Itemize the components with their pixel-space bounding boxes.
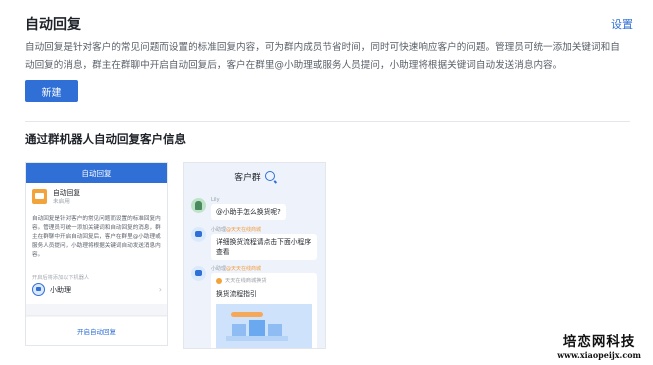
bot-row[interactable]: 小助理 ›: [32, 283, 162, 296]
chevron-right-icon: ›: [158, 285, 162, 294]
bot-avatar-icon: [32, 283, 45, 296]
enable-auto-reply-button[interactable]: 开启自动回复: [26, 315, 167, 345]
auto-reply-page: 自动回复 设置 自动回复是针对客户的常见问题而设置的标准回复内容，可为群内成员节…: [0, 0, 653, 365]
chat-title: 客户群: [234, 172, 261, 183]
auto-reply-message-row: 自动回复 未启用: [32, 189, 80, 207]
group-chat-preview-card: 客户群 Lily @小助手怎么换货呢? 小助理@天天在线商城 详细换货流程请点击…: [183, 162, 326, 349]
mini-program-source: 天天在线商城换货: [216, 276, 312, 286]
mini-program-logo-icon: [216, 278, 222, 284]
auto-reply-preview-card: 自动回复 自动回复 未启用 自动回复是针对客户的常见问题而设置的标准回复内容。管…: [25, 162, 168, 346]
chat-bubble: 详细换货流程请点击下面小程序查看: [211, 234, 317, 260]
message-status: 未启用: [53, 199, 70, 205]
page-title: 自动回复: [25, 17, 81, 33]
bot-avatar: [191, 227, 206, 242]
user-avatar: [191, 198, 206, 213]
section-divider: [25, 121, 630, 122]
chat-header: 客户群: [184, 163, 325, 189]
mini-program-title: 换货流程指引: [216, 290, 257, 298]
chat-bubble: @小助手怎么换货呢?: [211, 204, 286, 220]
message-title: 自动回复: [53, 189, 81, 197]
watermark: 培恋网科技 www.xiaopeijx.com: [557, 330, 641, 360]
message-icon: [32, 189, 47, 204]
bot-hint-text: 开启后将添加以下机器人: [32, 275, 90, 281]
message-sender: Lily: [211, 197, 220, 203]
preview-card-description: 自动回复是针对客户的常见问题而设置的标准回复内容。管理员可统一添加关键词和自动回…: [32, 216, 161, 258]
watermark-url: www.xiaopeijx.com: [557, 350, 641, 360]
mini-program-card[interactable]: 天天在线商城换货 换货流程指引: [211, 273, 317, 348]
preview-card-header: 自动回复: [26, 163, 167, 183]
message-sender: 小助理@天天在线商城: [211, 266, 262, 272]
section-title: 通过群机器人自动回复客户信息: [25, 132, 186, 146]
message-sender: 小助理@天天在线商城: [211, 227, 262, 233]
watermark-name: 培恋网科技: [562, 334, 636, 350]
bot-name: 小助理: [50, 285, 71, 294]
new-button[interactable]: 新建: [25, 80, 78, 102]
settings-link[interactable]: 设置: [611, 16, 633, 32]
bot-avatar: [191, 266, 206, 281]
search-icon: [264, 171, 275, 181]
mini-program-illustration: [216, 304, 312, 348]
page-description: 自动回复是针对客户的常见问题而设置的标准回复内容，可为群内成员节省时间，同时可快…: [25, 42, 620, 71]
